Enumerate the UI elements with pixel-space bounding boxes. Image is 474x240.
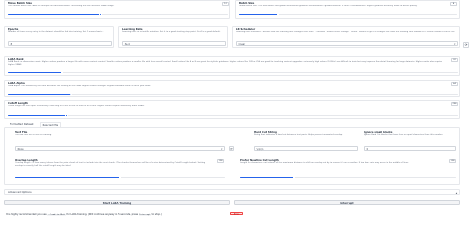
refresh-icon[interactable]: ⟳ bbox=[463, 42, 469, 48]
prefer-newline-desc: Length (in characters, not tokens) of th… bbox=[240, 162, 409, 165]
hard-cut-desc: String that indicates a hard cut between… bbox=[254, 134, 343, 137]
hard-cut-panel: Hard Cut String String that indicates a … bbox=[251, 130, 361, 152]
overlap-length-input[interactable]: 128 bbox=[217, 159, 224, 163]
cutoff-length-slider[interactable] bbox=[8, 114, 458, 117]
hard-cut-input[interactable]: \n\n\n bbox=[254, 146, 358, 151]
overlap-length-panel: Overlap Length Overlap length - ie how m… bbox=[7, 158, 229, 184]
prefer-newline-panel: Prefer Newline Cut Length Length (in cha… bbox=[237, 158, 459, 184]
prefer-newline-input[interactable]: 128 bbox=[449, 159, 456, 163]
lr-scheduler-value: linear bbox=[238, 43, 246, 47]
lora-rank-panel: LoRA Rank LoRA Rank, or dimension count.… bbox=[4, 56, 460, 76]
chevron-down-icon: ▾ bbox=[221, 147, 223, 151]
status-message: It is highly recommended you use --load-… bbox=[6, 213, 162, 216]
max-batch-size-desc: The various batch size (BATCH) multiple … bbox=[8, 5, 115, 8]
tab-formatted-dataset[interactable]: Formatted Dataset bbox=[10, 123, 34, 126]
ignore-small-value: 0 bbox=[366, 148, 369, 152]
text-file-panel: Text File The raw text file to use for t… bbox=[7, 130, 247, 152]
lora-rank-slider[interactable] bbox=[8, 71, 458, 74]
learning-rate-panel: Learning Rate Learning rate, or scientif… bbox=[118, 26, 228, 48]
refresh-icon[interactable]: ⟳ bbox=[229, 146, 234, 151]
status-code-load-in-8bit: --load-in-8bit bbox=[47, 213, 66, 216]
ignore-small-input[interactable]: 0 bbox=[364, 146, 456, 151]
text-file-select[interactable]: None ▾ bbox=[15, 146, 225, 151]
advanced-options-accordion[interactable]: Advanced Options ◂ bbox=[4, 189, 460, 195]
epochs-value: 8 bbox=[10, 43, 13, 47]
ignore-small-panel: Ignore small blocks Ignore Hard Cut bloc… bbox=[361, 130, 457, 152]
cutoff-length-desc: Cutoff length for text input. Essentiall… bbox=[8, 105, 145, 108]
lora-alpha-desc: LoRA Alpha. This divided by the rank bec… bbox=[8, 85, 152, 88]
max-batch-size-input[interactable]: 12 bbox=[222, 2, 229, 6]
status-text-mid: for LoRA training. (Will continue anyway… bbox=[66, 212, 139, 216]
cutoff-length-panel: Cutoff Length Cutoff length for text inp… bbox=[4, 100, 460, 119]
lr-scheduler-panel: LR Scheduler Learning rate scheduler - d… bbox=[232, 26, 460, 48]
text-file-desc: The raw text file to use for training. bbox=[15, 134, 52, 137]
text-file-value: None bbox=[17, 148, 24, 152]
chevron-down-icon: ▾ bbox=[454, 42, 456, 46]
prefer-newline-slider[interactable] bbox=[240, 176, 456, 179]
status-code-interrupt: Interrupt bbox=[138, 213, 151, 216]
interrupt-button[interactable]: Interrupt bbox=[234, 200, 460, 206]
learning-rate-value: 3e-4 bbox=[124, 43, 130, 47]
max-batch-size-panel: Move Batch Size The various batch size (… bbox=[4, 0, 230, 19]
epochs-desc: Number of times every entry in the datas… bbox=[8, 31, 104, 34]
lora-rank-desc: LoRA Rank, or dimension count. Higher va… bbox=[8, 61, 443, 67]
batch-size-panel: Batch Size Global batch size. The total … bbox=[235, 0, 460, 19]
batch-size-desc: Global batch size. The total batch size(… bbox=[239, 5, 418, 8]
raw-text-tab-body: Text File The raw text file to use for t… bbox=[4, 127, 460, 185]
status-text-post: to stop.) bbox=[151, 212, 162, 216]
learning-rate-input[interactable]: 3e-4 bbox=[122, 41, 226, 46]
batch-size-input[interactable]: 8 bbox=[450, 2, 457, 6]
lora-rank-input[interactable]: 32 bbox=[451, 58, 458, 62]
status-text-pre: It is highly recommended you use bbox=[6, 212, 47, 216]
error-badge: Error bbox=[230, 211, 243, 216]
overlap-length-slider[interactable] bbox=[15, 176, 225, 179]
advanced-options-label: Advanced Options bbox=[8, 191, 32, 195]
epochs-panel: Epochs Number of times every entry in th… bbox=[4, 26, 114, 48]
hard-cut-value: \n\n\n bbox=[256, 148, 264, 152]
ignore-small-desc: Ignore Hard Cut blocks that have less or… bbox=[364, 134, 443, 137]
learning-rate-desc: Learning rate, or scientific notation. S… bbox=[122, 31, 221, 34]
cutoff-length-input[interactable]: 256 bbox=[451, 102, 458, 106]
overlap-length-desc: Overlap length - ie how many tokens from… bbox=[15, 162, 206, 168]
start-lora-training-button[interactable]: Start LoRA Training bbox=[4, 200, 230, 206]
lr-scheduler-select[interactable]: linear ▾ bbox=[236, 41, 458, 46]
batch-size-slider[interactable] bbox=[239, 13, 457, 16]
lora-alpha-panel: LoRA Alpha LoRA Alpha. This divided by t… bbox=[4, 80, 460, 97]
max-batch-size-slider[interactable] bbox=[8, 13, 228, 16]
chevron-left-icon: ◂ bbox=[455, 190, 457, 195]
epochs-input[interactable]: 8 bbox=[8, 41, 112, 46]
lr-scheduler-desc: Learning rate scheduler - defines how th… bbox=[236, 31, 456, 34]
lora-alpha-slider[interactable] bbox=[8, 92, 458, 96]
lora-alpha-input[interactable]: 64 bbox=[451, 82, 458, 86]
